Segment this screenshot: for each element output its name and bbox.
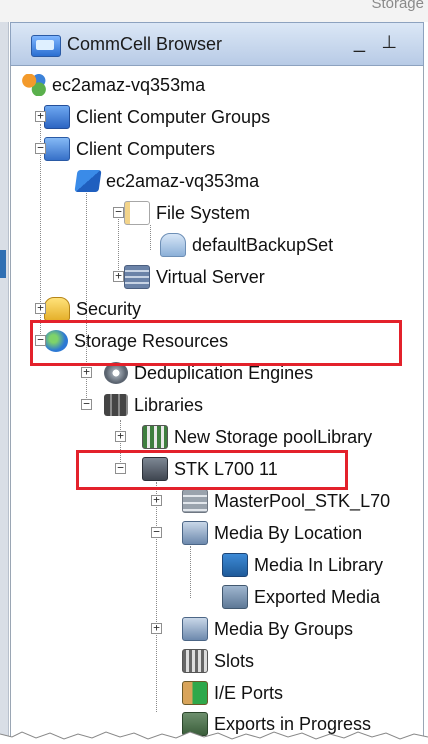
tree-node-label: Media By Groups [214,618,354,639]
storage-pool-icon [142,425,168,449]
ie-ports-icon [182,681,208,705]
virtual-server-icon [124,265,150,289]
master-pool-icon [182,489,208,513]
tree-node-label: File System [156,202,251,223]
commcell-browser-icon [31,35,61,57]
tree-line [150,225,151,250]
tree-node-file-system[interactable]: File System [124,198,250,228]
left-pane-edge [0,22,9,744]
tree-node-label: Libraries [134,394,204,415]
tree-node-label: New Storage poolLibrary [174,426,373,447]
tree-node-label: defaultBackupSet [192,234,334,255]
tree-node-client-ec2[interactable]: ec2amaz-vq353ma [74,166,260,196]
tree-node-slots[interactable]: Slots [182,646,254,676]
tree-node-client-computer-groups[interactable]: Client Computer Groups [44,102,270,132]
tree-line [156,482,157,712]
pin-button[interactable]: ⊥ [381,32,397,53]
file-system-icon [124,201,150,225]
tree-node-media-by-groups[interactable]: Media By Groups [182,614,353,644]
background-window-header: Storage [0,0,428,22]
collapse-icon[interactable]: − [81,398,92,410]
client-computers-icon [44,137,70,161]
tree-node-libraries[interactable]: Libraries [104,390,203,420]
tree-node-masterpool[interactable]: MasterPool_STK_L70 [182,486,390,516]
tree-node-label: Client Computers [76,138,216,159]
expand-icon[interactable]: + [151,494,162,506]
windows-client-icon [74,170,102,192]
left-pane-marker [0,250,6,278]
tree-node-label: Exported Media [254,586,381,607]
tree-node-label: Media In Library [254,554,384,575]
tree-node-label: Media By Location [214,522,363,543]
panel-title: CommCell Browser [67,34,223,54]
media-in-library-icon [222,553,248,577]
background-header-text: Storage [371,0,424,12]
tree-node-label: I/E Ports [214,682,284,703]
tree-node-label: MasterPool_STK_L70 [214,490,391,511]
expand-icon[interactable]: + [115,430,126,442]
tree-node-root[interactable]: ec2amaz-vq353ma [22,70,205,100]
expand-icon[interactable]: + [151,622,162,634]
libraries-icon [104,394,128,416]
torn-edge [0,731,428,744]
tree-node-exported-media[interactable]: Exported Media [222,582,380,612]
tree-node-client-computers[interactable]: Client Computers [44,134,215,164]
tree-node-media-in-library[interactable]: Media In Library [222,550,383,580]
exported-media-icon [222,585,248,609]
tree-node-new-storage-pool[interactable]: New Storage poolLibrary [142,422,372,452]
collapse-icon[interactable]: − [151,526,162,538]
expand-icon[interactable]: + [113,270,124,282]
backup-set-icon [160,233,186,257]
highlight-box-storage-resources [30,320,402,366]
highlight-box-stk-l700 [76,450,348,490]
commcell-icon [22,74,46,96]
slots-icon [182,649,208,673]
security-lock-icon [44,297,70,321]
tree-line [190,546,191,598]
tree-node-label: Security [76,298,142,319]
panel-titlebar: CommCell Browser _ ⊥ [10,22,424,66]
media-groups-icon [182,617,208,641]
tree-node-media-by-location[interactable]: Media By Location [182,518,362,548]
media-location-icon [182,521,208,545]
tree-node-label: ec2amaz-vq353ma [52,74,206,95]
tree-node-virtual-server[interactable]: Virtual Server [124,262,265,292]
tree-node-label: Virtual Server [156,266,265,287]
expand-icon[interactable]: + [35,302,46,314]
expand-icon[interactable]: + [81,366,92,378]
tree-node-default-backup-set[interactable]: defaultBackupSet [160,230,333,260]
tree-node-ie-ports[interactable]: I/E Ports [182,678,283,708]
tree-node-label: ec2amaz-vq353ma [106,170,260,191]
minimize-button[interactable]: _ [354,31,365,54]
collapse-icon[interactable]: − [113,206,124,218]
tree-node-label: Slots [214,650,255,671]
tree-node-label: Client Computer Groups [76,106,271,127]
computer-group-icon [44,105,70,129]
expand-icon[interactable]: + [35,110,46,122]
collapse-icon[interactable]: − [35,142,46,154]
